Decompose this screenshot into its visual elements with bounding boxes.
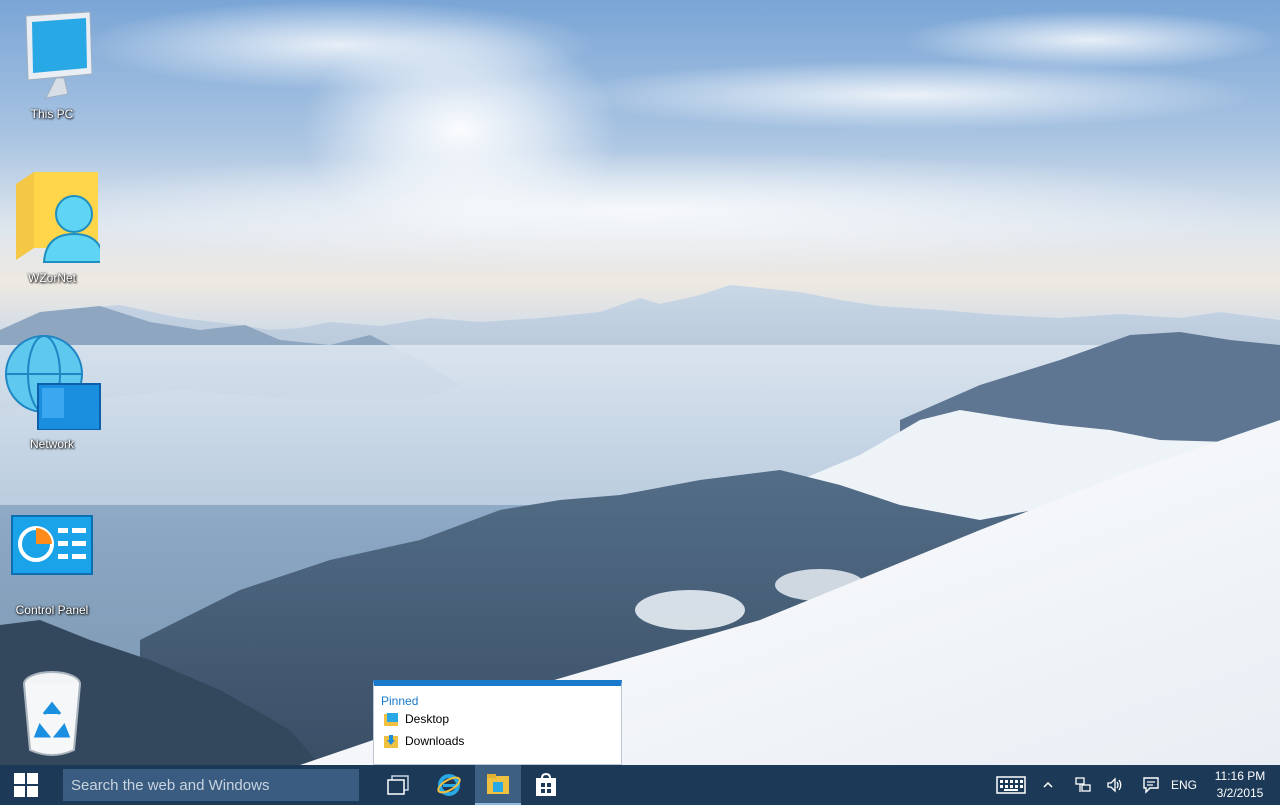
monitor-icon [25,11,93,99]
file-explorer-jump-list: Pinned Desktop Downloads [373,680,622,765]
downloads-folder-icon [384,735,398,748]
file-explorer-button[interactable] [475,765,521,805]
language-label: ENG [1170,778,1197,792]
internet-explorer-button[interactable] [426,765,472,805]
desktop-wallpaper: This PC WZorNet Network Control Panel Pi… [0,0,1280,765]
network-tray-button[interactable] [1070,765,1096,805]
touch-keyboard-icon [996,776,1026,794]
store-button[interactable] [524,765,568,805]
jump-list-item-label: Downloads [405,734,465,748]
internet-explorer-icon [437,774,461,796]
action-center-button[interactable] [1138,765,1164,805]
network-globe-icon [5,335,101,431]
desktop-folder-icon [384,713,398,726]
desktop-icon-recycle-bin[interactable] [0,668,104,763]
desktop-icon-network[interactable]: Network [0,334,104,451]
desktop-icon-this-pc[interactable]: This PC [0,8,104,121]
network-icon [1075,777,1091,792]
store-icon [536,773,556,796]
show-hidden-icons-button[interactable] [1038,765,1058,805]
taskbar: Search the web and Windows ENG 11:16 PM … [0,765,1280,805]
desktop-icon-control-panel[interactable]: Control Panel [0,514,104,617]
jump-list-item-desktop[interactable]: Desktop [374,708,621,730]
recycle-bin-icon [23,671,81,756]
desktop-icon-label: Control Panel [15,603,89,617]
search-box[interactable]: Search the web and Windows [63,769,359,801]
jump-list-heading: Pinned [381,694,419,708]
desktop-icon-label: WZorNet [28,271,76,285]
start-button[interactable] [0,765,52,805]
show-hidden-icons-chevron [1043,782,1053,788]
search-placeholder: Search the web and Windows [71,776,270,794]
clock-time: 11:16 PM [1214,769,1266,783]
mountain-landscape [0,285,1280,765]
input-language-indicator[interactable]: ENG [1168,765,1200,805]
jump-list-item-label: Desktop [405,712,450,726]
action-center-icon [1143,777,1159,794]
jump-list-item-downloads[interactable]: Downloads [374,730,621,752]
volume-tray-button[interactable] [1102,765,1128,805]
task-view-icon [387,775,409,795]
user-folder-icon [16,172,106,263]
windows-logo-icon [14,773,38,797]
desktop-icon-user-folder[interactable]: WZorNet [0,170,106,285]
control-panel-icon [11,515,93,575]
desktop-icon-label: This PC [30,107,74,121]
clock-date: 3/2/2015 [1216,786,1264,800]
task-view-button[interactable] [376,765,420,805]
tray-clock[interactable]: 11:16 PM 3/2/2015 [1208,768,1272,802]
touch-keyboard-button[interactable] [992,765,1030,805]
volume-icon [1107,777,1122,793]
file-explorer-icon [487,774,509,794]
desktop-icon-label: Network [29,437,74,451]
